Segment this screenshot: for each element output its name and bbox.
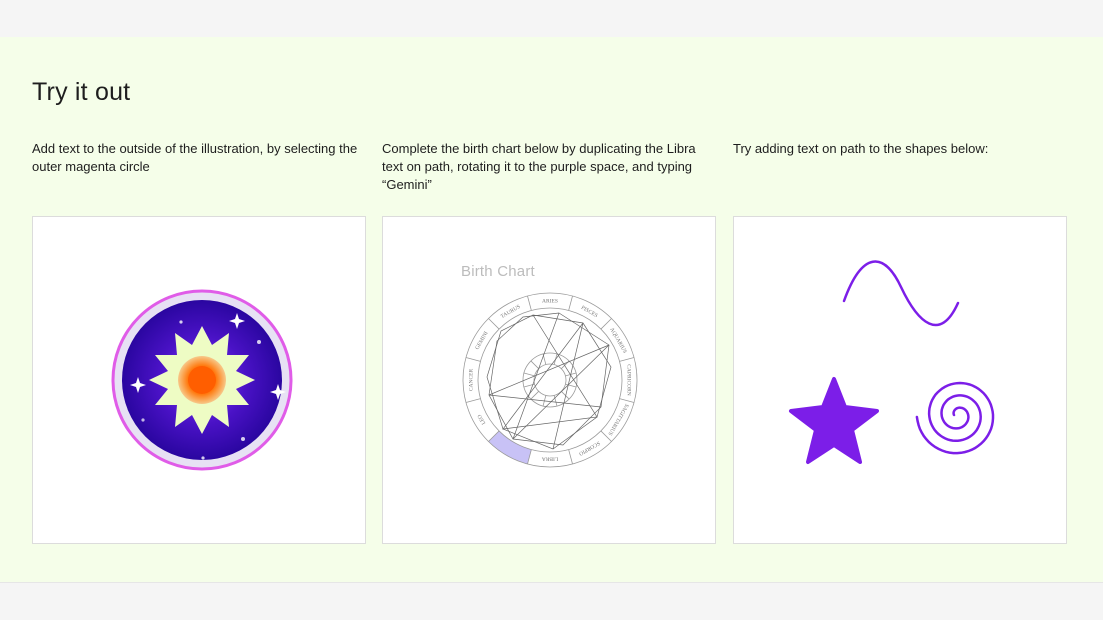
chart-sign-ring bbox=[477, 307, 623, 453]
sign-label[interactable]: ARIES bbox=[542, 299, 558, 305]
instruction-shapes: Try adding text on path to the shapes be… bbox=[733, 141, 989, 156]
birth-chart-card[interactable]: Birth Chart ARIES PISCES AQUARIUS CAPRICORN… bbox=[382, 216, 716, 544]
aspect-line bbox=[502, 314, 598, 450]
sign-label[interactable]: PISCES bbox=[580, 305, 599, 319]
sign-label[interactable]: LIBRA bbox=[542, 456, 559, 462]
sign-divider bbox=[488, 318, 500, 330]
aspect-line bbox=[488, 312, 610, 446]
sign-divider bbox=[465, 398, 481, 403]
sign-divider bbox=[568, 449, 573, 465]
house-divider bbox=[530, 391, 539, 400]
sparkle-icon bbox=[201, 456, 205, 460]
mandala-card[interactable] bbox=[32, 216, 366, 544]
sparkle-icon bbox=[257, 340, 261, 344]
sparkle-icon bbox=[141, 418, 145, 422]
sign-divider bbox=[619, 398, 635, 403]
sign-label[interactable]: CAPRICORN bbox=[626, 364, 632, 396]
sign-label[interactable]: CANCER bbox=[469, 369, 475, 392]
birth-chart-illustration[interactable]: ARIESPISCESAQUARIUSCAPRICORNSAGITTARIUSS… bbox=[383, 217, 717, 545]
sign-label[interactable]: SCORPIO bbox=[578, 440, 601, 457]
shapes-card[interactable] bbox=[733, 216, 1067, 544]
instruction-birth-chart: Complete the birth chart below by duplic… bbox=[382, 141, 696, 192]
instruction-outer-circle: Add text to the outside of the illustrat… bbox=[32, 141, 358, 174]
wave-shape[interactable] bbox=[842, 260, 960, 327]
sign-divider bbox=[568, 295, 573, 311]
sign-divider bbox=[465, 357, 481, 362]
house-divider bbox=[523, 372, 535, 377]
star-shape[interactable] bbox=[789, 377, 879, 464]
sign-label[interactable]: LEO bbox=[477, 413, 488, 425]
shapes-illustration[interactable] bbox=[734, 217, 1068, 545]
sign-divider bbox=[619, 357, 635, 362]
house-divider bbox=[530, 360, 539, 369]
sign-divider bbox=[527, 295, 532, 311]
sparkle-icon bbox=[241, 437, 245, 441]
sign-label[interactable]: AQUARIUS bbox=[608, 327, 627, 355]
sign-divider bbox=[600, 318, 612, 330]
spiral-shape[interactable] bbox=[915, 381, 995, 455]
sun-mandala-illustration[interactable] bbox=[33, 217, 367, 545]
section-title: Try it out bbox=[32, 78, 131, 106]
sun-center bbox=[188, 366, 216, 394]
sparkle-icon bbox=[179, 320, 183, 324]
